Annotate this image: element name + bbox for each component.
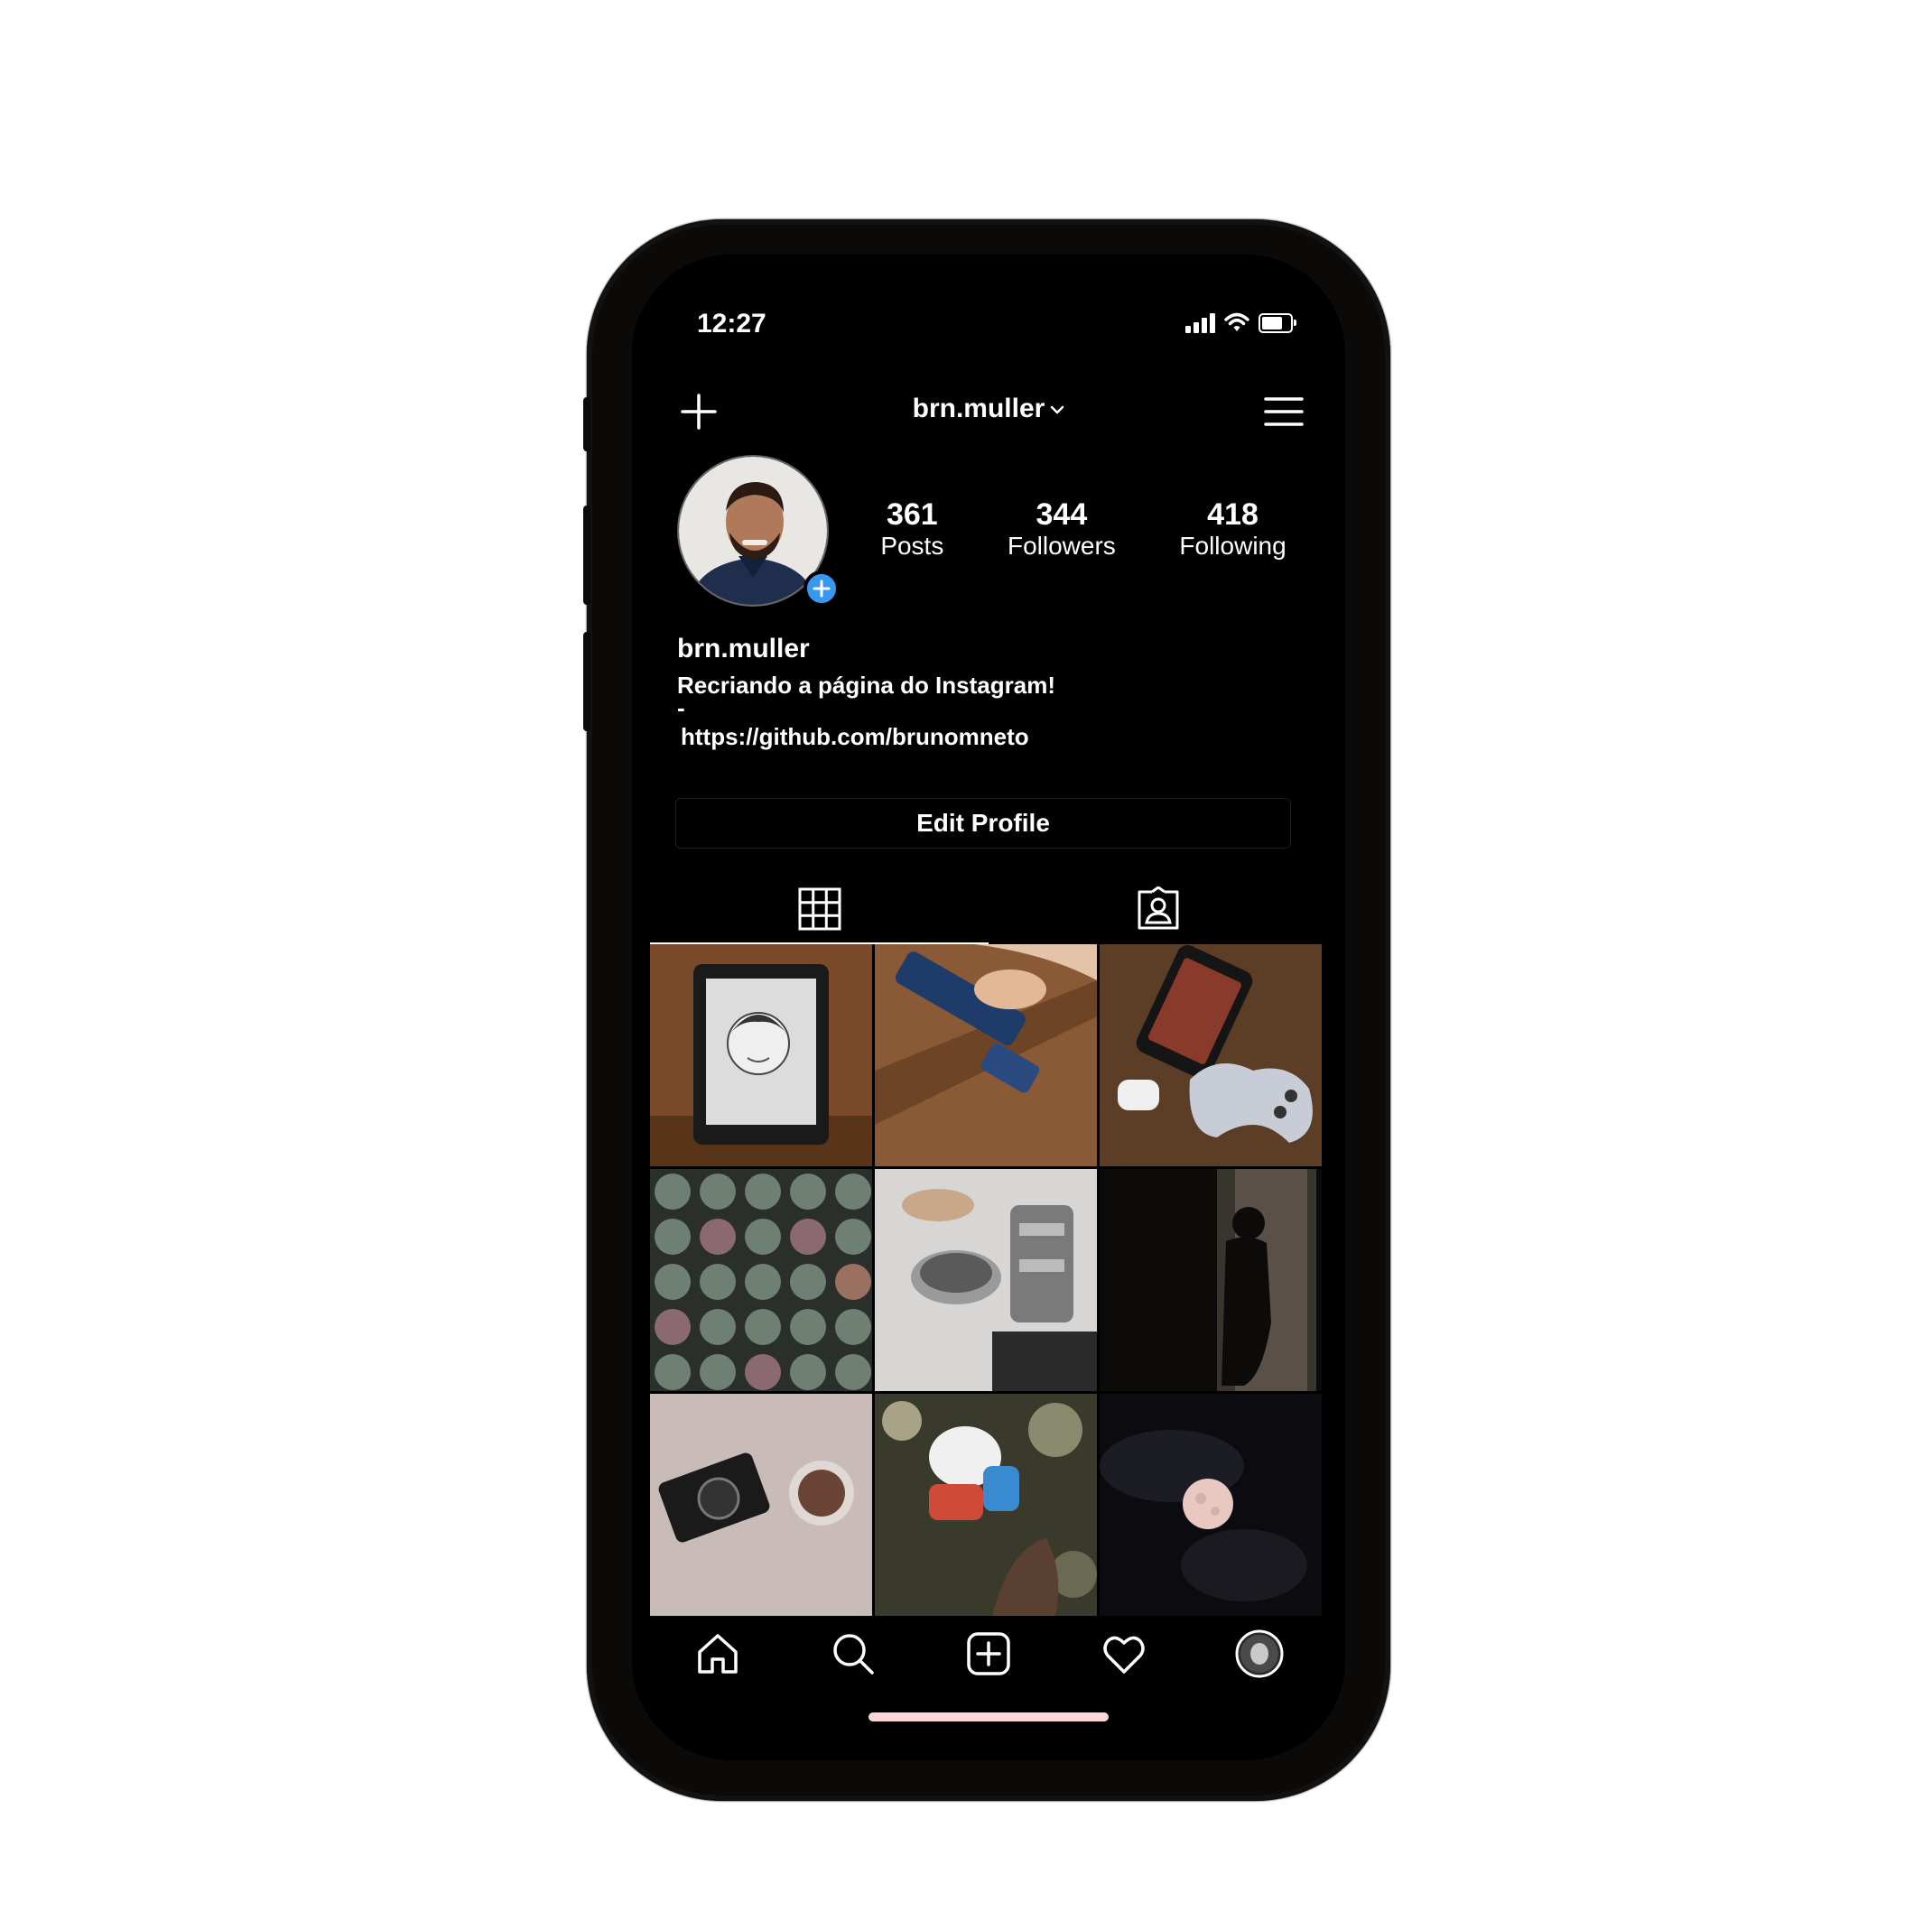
bio-text: Recriando a página do Instagram! [677, 672, 1055, 699]
signal-icon [1185, 313, 1215, 333]
profile-tabs [650, 868, 1327, 944]
succulents-photo [650, 1169, 872, 1391]
sketch-drawing-photo [650, 944, 872, 1166]
edit-profile-button[interactable]: Edit Profile [675, 798, 1291, 849]
toy-train-photo [875, 944, 1097, 1166]
profile-avatar[interactable] [677, 455, 840, 607]
chevron-down-icon [1051, 405, 1064, 414]
tab-tagged[interactable] [989, 868, 1327, 942]
grid-icon [798, 887, 841, 931]
child-silhouette-photo [1100, 1169, 1322, 1391]
tagged-icon [1138, 886, 1178, 930]
post-thumbnail[interactable] [1100, 1169, 1322, 1391]
wifi-icon [1224, 312, 1249, 331]
posts-grid [650, 944, 1322, 1616]
nav-home[interactable] [692, 1628, 743, 1679]
camera-coffee-photo [650, 1394, 872, 1616]
bottom-navigation [650, 1618, 1327, 1690]
bio-link[interactable]: https://github.com/brunomneto [681, 723, 1309, 751]
phone-controller-photo [1100, 944, 1322, 1166]
header-username: brn.muller [912, 394, 1045, 423]
stat-followers[interactable]: 344 Followers [1008, 498, 1116, 561]
heart-icon [1103, 1636, 1145, 1674]
add-icon [813, 580, 831, 598]
status-time: 12:27 [697, 309, 766, 339]
stat-label: Posts [880, 532, 944, 560]
top-bar: brn.muller [632, 381, 1345, 444]
search-icon [833, 1634, 874, 1675]
stat-label: Following [1179, 532, 1286, 560]
new-post-icon [967, 1632, 1010, 1675]
profile-name: brn.muller [677, 634, 810, 663]
menu-icon[interactable] [1264, 392, 1304, 431]
stat-value: 344 [1036, 497, 1088, 532]
add-story-button[interactable] [803, 571, 840, 607]
stat-following[interactable]: 418 Following [1179, 498, 1286, 561]
bio-dash: - [677, 694, 685, 721]
post-thumbnail[interactable] [1100, 944, 1322, 1166]
phone-screen: 12:27 brn.muller 361 Posts 344 Followers… [632, 255, 1345, 1760]
stat-value: 361 [886, 497, 938, 532]
status-icons [1185, 311, 1296, 333]
stat-label: Followers [1007, 532, 1116, 560]
account-switcher[interactable]: brn.muller [632, 394, 1345, 424]
moon-photo [1100, 1394, 1322, 1616]
nav-activity[interactable] [1099, 1628, 1149, 1679]
profile-bio: brn.muller Recriando a página do Instagr… [677, 634, 1309, 751]
profile-stats: 361 Posts 344 Followers 418 Following [849, 498, 1318, 561]
post-thumbnail[interactable] [650, 944, 872, 1166]
home-indicator[interactable] [868, 1712, 1109, 1721]
nav-new-post[interactable] [963, 1628, 1014, 1679]
post-thumbnail[interactable] [650, 1394, 872, 1616]
post-thumbnail[interactable] [875, 1169, 1097, 1391]
battery-icon [1259, 313, 1296, 333]
stat-value: 418 [1207, 497, 1259, 532]
phone-side-button [583, 397, 590, 451]
nav-profile[interactable] [1234, 1628, 1285, 1679]
stat-posts[interactable]: 361 Posts [880, 498, 943, 561]
home-icon [698, 1634, 738, 1674]
phone-side-button [583, 506, 590, 605]
nav-search[interactable] [828, 1628, 878, 1679]
tab-grid[interactable] [650, 868, 989, 944]
phone-side-button [583, 632, 590, 731]
post-thumbnail[interactable] [650, 1169, 872, 1391]
post-thumbnail[interactable] [875, 944, 1097, 1166]
coffee-grinder-photo [875, 1169, 1097, 1391]
toy-figure-photo [875, 1394, 1097, 1616]
profile-avatar-icon [1235, 1629, 1284, 1678]
post-thumbnail[interactable] [875, 1394, 1097, 1616]
post-thumbnail[interactable] [1100, 1394, 1322, 1616]
